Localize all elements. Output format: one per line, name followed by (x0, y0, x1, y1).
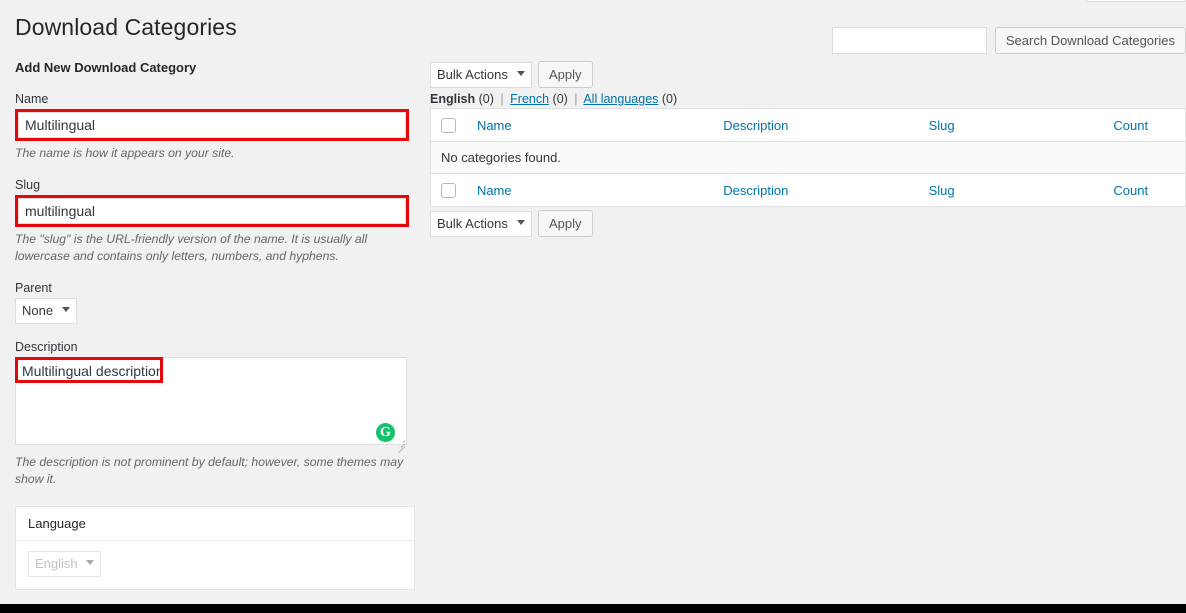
page-title: Download Categories (15, 14, 237, 41)
bulk-actions-top-select[interactable]: Bulk Actions (430, 61, 532, 88)
column-header-name[interactable]: Name (466, 108, 714, 143)
filter-french-link[interactable]: French (510, 92, 549, 106)
filter-all-languages-count: (0) (661, 92, 678, 106)
language-metabox: Language English (15, 506, 415, 590)
tablenav-bottom: Bulk Actions Apply (430, 210, 593, 237)
column-header-count[interactable]: Count (1103, 108, 1186, 143)
parent-label: Parent (15, 281, 52, 295)
table-body: No categories found. (430, 141, 1186, 174)
filter-all-languages-link[interactable]: All languages (583, 92, 658, 106)
table-header-row: Name Description Slug Count (430, 108, 1186, 143)
add-category-form: Add New Download Category Name The name … (15, 60, 415, 613)
slug-input-highlight (15, 195, 409, 227)
bottom-bar (0, 604, 1186, 613)
select-all-checkbox[interactable] (441, 118, 456, 134)
name-label: Name (15, 92, 49, 106)
bulk-actions-bottom-select[interactable]: Bulk Actions (430, 210, 532, 237)
table-foot: Name Description Slug Count (430, 173, 1186, 207)
categories-table: Name Description Slug Count No categorie… (430, 108, 1186, 208)
name-input-highlight (15, 109, 409, 141)
bulk-actions-top-wrap: Bulk Actions (430, 61, 532, 88)
language-filter-links: English (0) | French (0) | All languages… (430, 91, 677, 107)
form-heading: Add New Download Category (15, 60, 197, 75)
filter-french-count: (0) (552, 92, 568, 106)
column-header-description[interactable]: Description (713, 108, 919, 143)
column-header-slug[interactable]: Slug (918, 108, 1104, 143)
language-select[interactable]: English (28, 551, 101, 577)
select-all-header[interactable] (430, 108, 467, 143)
screen-options-panel[interactable] (1086, 0, 1186, 2)
slug-label: Slug (15, 178, 41, 192)
grammarly-g-icon[interactable]: G (376, 423, 395, 442)
tablenav-top: Bulk Actions Apply (430, 61, 593, 88)
parent-select[interactable]: None (15, 298, 77, 324)
slug-input[interactable] (18, 198, 406, 224)
field-description: Description Multilingual description G T… (15, 338, 407, 488)
search-box: Search Download Categories (831, 27, 1186, 54)
column-footer-description[interactable]: Description (713, 173, 919, 207)
name-input[interactable] (18, 112, 406, 138)
field-slug: Slug The "slug" is the URL-friendly vers… (15, 176, 409, 265)
admin-screen: Download Categories Add New Download Cat… (0, 0, 1186, 613)
search-download-categories-button[interactable]: Search Download Categories (994, 27, 1186, 54)
language-select-wrap: English (28, 551, 101, 577)
slug-help-text: The "slug" is the URL-friendly version o… (15, 232, 368, 263)
select-all-checkbox-footer[interactable] (441, 183, 456, 199)
select-all-footer-header[interactable] (430, 173, 467, 207)
search-input[interactable] (831, 27, 987, 54)
apply-top-button[interactable]: Apply (538, 61, 593, 88)
filter-english-label[interactable]: English (430, 92, 475, 106)
field-name: Name The name is how it appears on your … (15, 90, 409, 162)
description-label: Description (15, 340, 78, 354)
bulk-actions-bottom-wrap: Bulk Actions (430, 210, 532, 237)
empty-row: No categories found. (430, 141, 1186, 174)
field-parent: Parent None (15, 279, 407, 324)
filter-separator: | (500, 92, 504, 106)
filter-separator: | (574, 92, 578, 106)
apply-bottom-button[interactable]: Apply (538, 210, 593, 237)
language-metabox-title: Language (16, 507, 414, 541)
name-help-text: The name is how it appears on your site. (15, 146, 235, 160)
column-footer-count[interactable]: Count (1103, 173, 1186, 207)
description-help-text: The description is not prominent by defa… (15, 455, 404, 486)
table-head: Name Description Slug Count (430, 108, 1186, 143)
language-metabox-body: English (16, 541, 414, 589)
filter-english-count: (0) (478, 92, 494, 106)
parent-select-wrap: None (15, 298, 77, 324)
description-wrap: Multilingual description G (15, 357, 407, 454)
table-footer-row: Name Description Slug Count (430, 173, 1186, 207)
column-footer-slug[interactable]: Slug (918, 173, 1104, 207)
column-footer-name[interactable]: Name (466, 173, 714, 207)
no-categories-message: No categories found. (430, 141, 1186, 174)
description-textarea[interactable]: Multilingual description (15, 357, 407, 445)
